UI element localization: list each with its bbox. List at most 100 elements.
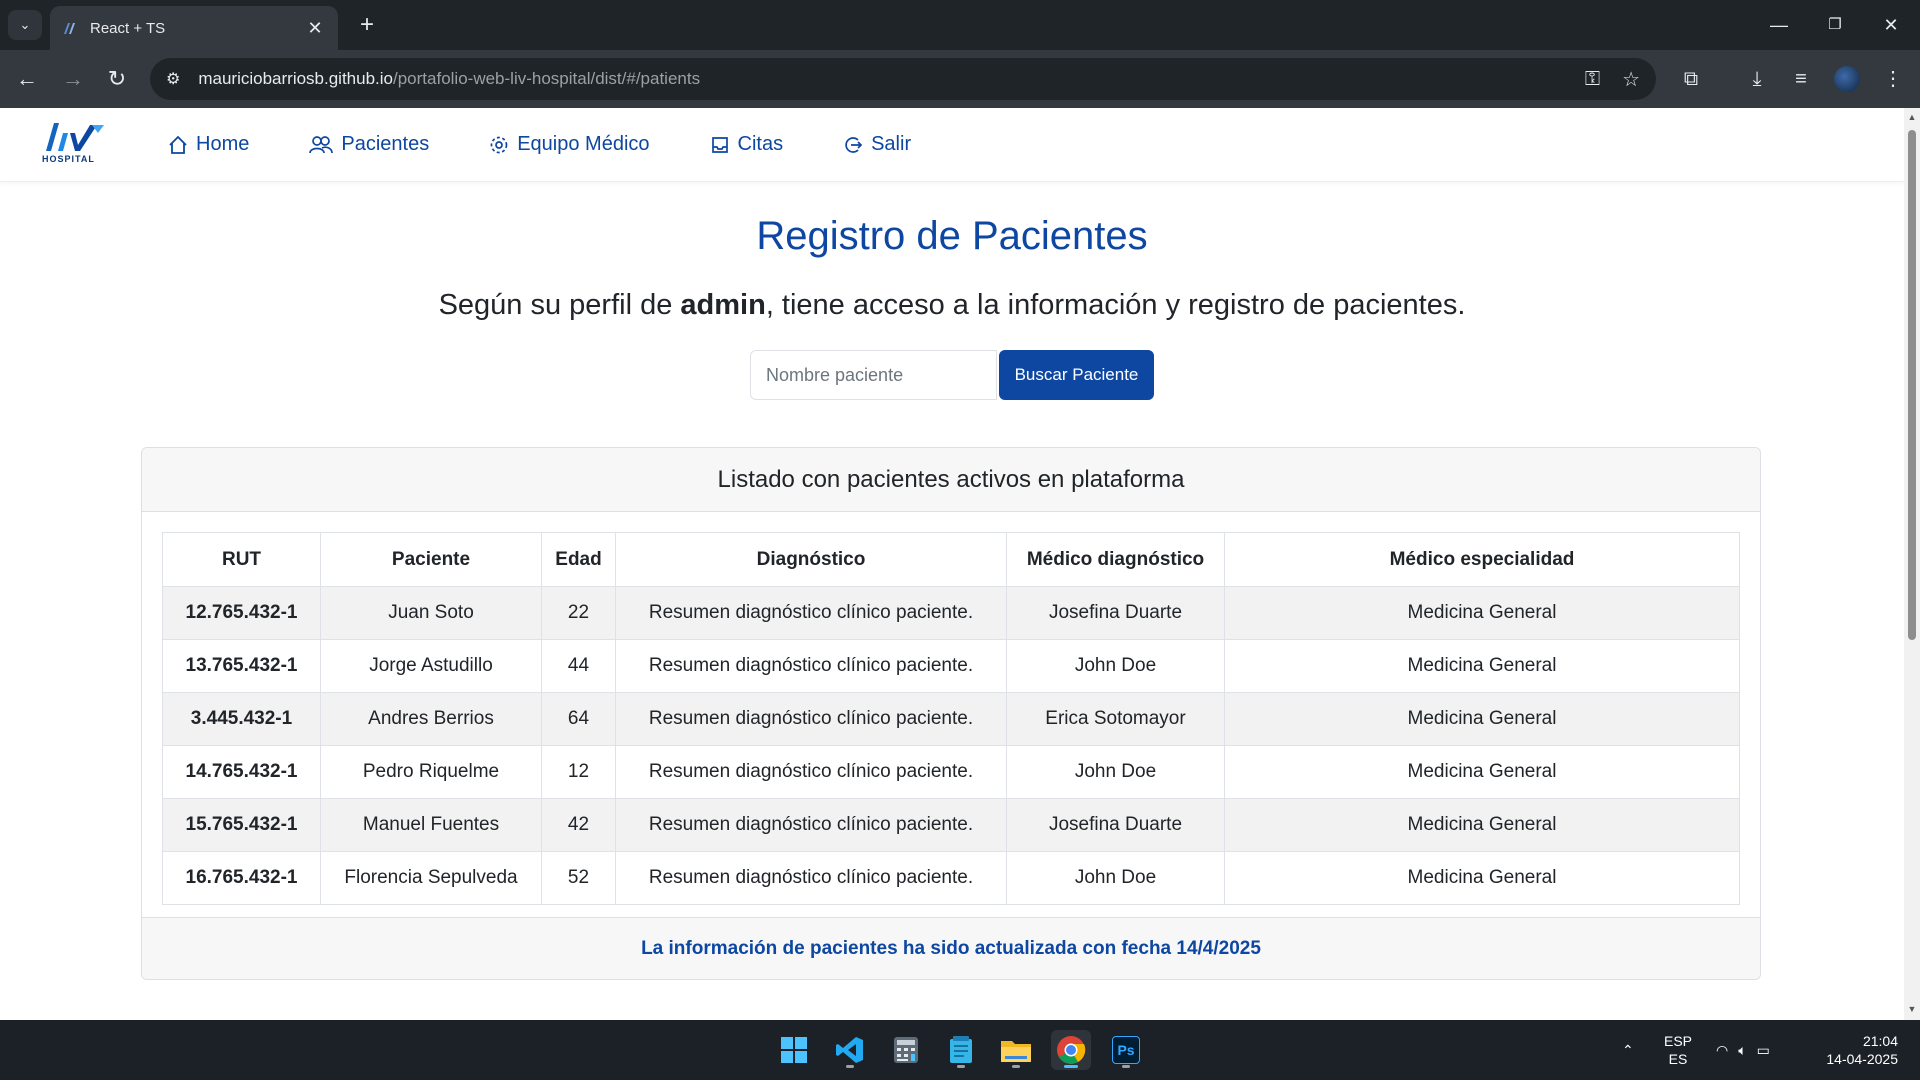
cell-specialty: Medicina General — [1224, 745, 1740, 799]
scrollbar-thumb[interactable] — [1908, 130, 1916, 640]
taskbar-clock[interactable]: 21:04 14-04-2025 — [1812, 1032, 1898, 1068]
show-hidden-icons-button[interactable]: ⌃ — [1622, 1020, 1634, 1080]
cell-rut: 12.765.432-1 — [162, 586, 321, 640]
cell-specialty: Medicina General — [1224, 851, 1740, 905]
bookmark-star-icon[interactable]: ☆ — [1622, 67, 1640, 92]
photoshop-label: Ps — [1117, 1042, 1135, 1058]
table-row: 13.765.432-1 Jorge Astudillo 44 Resumen … — [162, 639, 1740, 693]
cell-diagnosis: Resumen diagnóstico clínico paciente. — [615, 851, 1007, 905]
cell-age: 52 — [541, 851, 616, 905]
patient-search-input[interactable] — [750, 350, 997, 400]
photoshop-icon: Ps — [1112, 1036, 1140, 1064]
inbox-icon — [711, 136, 728, 153]
column-header: Paciente — [320, 532, 542, 587]
taskbar-calculator[interactable] — [886, 1030, 926, 1070]
nav-citas-label: Citas — [737, 133, 784, 155]
column-header: Médico diagnóstico — [1006, 532, 1225, 587]
user-role: admin — [680, 289, 766, 321]
search-patient-button[interactable]: Buscar Paciente — [999, 350, 1154, 400]
cell-diagnosis: Resumen diagnóstico clínico paciente. — [615, 586, 1007, 640]
cell-age: 22 — [541, 586, 616, 640]
site-settings-icon[interactable]: ⚙ — [166, 69, 180, 89]
scroll-down-icon[interactable]: ▼ — [1907, 1004, 1917, 1014]
card-header: Listado con pacientes activos en platafo… — [142, 448, 1760, 512]
cell-doctor: Erica Sotomayor — [1006, 692, 1225, 746]
cell-specialty: Medicina General — [1224, 639, 1740, 693]
chevron-up-icon: ⌃ — [1622, 1041, 1634, 1058]
new-tab-button[interactable]: + — [352, 10, 382, 40]
nav-citas[interactable]: Citas — [710, 133, 784, 156]
cell-rut: 13.765.432-1 — [162, 639, 321, 693]
cell-specialty: Medicina General — [1224, 692, 1740, 746]
taskbar-vscode[interactable] — [830, 1030, 870, 1070]
cell-diagnosis: Resumen diagnóstico clínico paciente. — [615, 639, 1007, 693]
nav-salir[interactable]: Salir — [843, 133, 911, 156]
address-bar[interactable]: ⚙ mauriciobarriosb.github.io/portafolio-… — [150, 58, 1656, 100]
nav-home-label: Home — [196, 133, 250, 155]
url-text[interactable]: mauriciobarriosb.github.io/portafolio-we… — [198, 69, 1562, 89]
table-row: 16.765.432-1 Florencia Sepulveda 52 Resu… — [162, 851, 1740, 905]
nav-equipo-medico[interactable]: Equipo Médico — [489, 133, 650, 156]
cell-doctor: John Doe — [1006, 851, 1225, 905]
nav-salir-label: Salir — [871, 133, 912, 155]
calculator-icon — [894, 1037, 918, 1063]
nav-pacientes[interactable]: Pacientes — [309, 133, 429, 156]
language-indicator[interactable]: ESP ES — [1664, 1032, 1692, 1068]
restore-button[interactable]: ❐ — [1812, 8, 1858, 42]
running-indicator — [1064, 1065, 1078, 1068]
logout-icon — [845, 136, 863, 153]
cell-doctor: Josefina Duarte — [1006, 798, 1225, 852]
browser-tab[interactable]: React + TS ✕ — [50, 6, 338, 50]
tab-search-button[interactable]: ⌄ — [8, 10, 42, 40]
cell-diagnosis: Resumen diagnóstico clínico paciente. — [615, 798, 1007, 852]
taskbar-notepad[interactable] — [941, 1030, 981, 1070]
nav-home[interactable]: Home — [168, 133, 249, 156]
column-header: Diagnóstico — [615, 532, 1007, 587]
tab-title: React + TS — [90, 19, 166, 37]
back-button[interactable]: ← — [10, 62, 44, 96]
battery-icon: ▭ — [1756, 1041, 1770, 1058]
minimize-button[interactable]: — — [1756, 8, 1802, 42]
vscode-icon — [836, 1037, 863, 1063]
liv-hospital-logo[interactable]: HOSPITAL — [42, 121, 110, 169]
menu-kebab-icon[interactable]: ⋮ — [1876, 62, 1910, 96]
people-icon — [309, 135, 334, 153]
reload-button[interactable]: ↻ — [100, 62, 134, 96]
taskbar-file-explorer[interactable] — [996, 1030, 1036, 1070]
cell-specialty: Medicina General — [1224, 798, 1740, 852]
system-tray-icons[interactable]: ◠ 🔈︎ ▭ — [1716, 1020, 1770, 1080]
patients-table: RUT Paciente Edad Diagnóstico Médico dia… — [162, 532, 1740, 905]
page-subtitle: Según su perfil de admin, tiene acceso a… — [0, 289, 1904, 322]
close-window-button[interactable]: ✕ — [1868, 8, 1914, 42]
scroll-up-icon[interactable]: ▲ — [1907, 112, 1917, 122]
arrow-right-icon: → — [62, 66, 84, 91]
liv-logo-mark — [46, 122, 104, 151]
logo-subtitle: HOSPITAL — [42, 153, 95, 164]
page-scrollbar[interactable]: ▲ ▼ — [1904, 108, 1920, 1020]
chevron-down-icon: ⌄ — [19, 17, 31, 32]
language-code: ESP — [1664, 1033, 1693, 1049]
site-navbar: HOSPITAL Home Pacientes Equipo Médico Ci… — [0, 108, 1904, 182]
password-key-icon[interactable]: ⚿ — [1585, 68, 1600, 91]
extensions-icon[interactable]: ⧉ — [1674, 62, 1708, 96]
cell-rut: 16.765.432-1 — [162, 851, 321, 905]
profile-avatar[interactable] — [1834, 66, 1860, 92]
download-icon[interactable]: ⤓ — [1740, 62, 1774, 96]
url-host: mauriciobarriosb.github.io — [198, 69, 393, 88]
media-controls-icon[interactable]: ≡ — [1784, 62, 1818, 96]
patients-card: Listado con pacientes activos en platafo… — [141, 447, 1761, 980]
cell-patient: Florencia Sepulveda — [320, 851, 542, 905]
cell-patient: Jorge Astudillo — [320, 639, 542, 693]
windows-start-button[interactable] — [774, 1030, 814, 1070]
column-header: Edad — [541, 532, 616, 587]
table-row: 12.765.432-1 Juan Soto 22 Resumen diagnó… — [162, 586, 1740, 640]
cell-doctor: John Doe — [1006, 745, 1225, 799]
table-row: 3.445.432-1 Andres Berrios 64 Resumen di… — [162, 692, 1740, 746]
tab-close-icon[interactable]: ✕ — [304, 18, 326, 39]
forward-button[interactable]: → — [56, 62, 90, 96]
cell-diagnosis: Resumen diagnóstico clínico paciente. — [615, 745, 1007, 799]
taskbar-chrome[interactable] — [1051, 1030, 1091, 1070]
nav-equipo-medico-label: Equipo Médico — [517, 133, 650, 155]
browser-toolbar: ← → ↻ ⚙ mauriciobarriosb.github.io/porta… — [0, 50, 1920, 108]
taskbar-photoshop[interactable]: Ps — [1106, 1030, 1146, 1070]
